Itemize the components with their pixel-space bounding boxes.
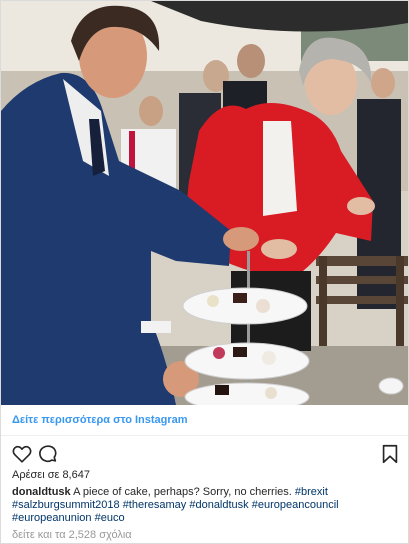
hashtag-link[interactable]: #donaldtusk [189,499,248,511]
caption-username[interactable]: donaldtusk [12,486,71,498]
hashtag-link[interactable]: #theresamay [123,499,187,511]
action-bar [1,441,408,467]
view-more-bar: Δείτε περισσότερα στο Instagram [1,405,408,436]
heart-outline-icon[interactable] [11,443,33,465]
hashtag-link[interactable]: #brexit [295,486,328,498]
view-all-comments-link[interactable]: δείτε και τα 2,528 σχόλια [12,529,132,541]
speech-bubble-icon[interactable] [37,443,59,465]
caption-text: A piece of cake, perhaps? Sorry, no cher… [73,486,292,498]
hashtag-link[interactable]: #europeanunion [12,512,92,524]
photo-illustration [1,1,408,405]
instagram-embed-card: Δείτε περισσότερα στο Instagram Αρέσει σ… [0,0,409,544]
view-more-on-instagram-link[interactable]: Δείτε περισσότερα στο Instagram [12,414,188,426]
post-caption: donaldtusk A piece of cake, perhaps? Sor… [12,486,400,525]
hashtag-link[interactable]: #europeancouncil [252,499,339,511]
post-photo[interactable] [1,1,408,405]
hashtag-link[interactable]: #salzburgsummit2018 [12,499,120,511]
likes-count[interactable]: Αρέσει σε 8,647 [12,469,90,481]
hashtag-link[interactable]: #euco [95,512,125,524]
bookmark-outline-icon[interactable] [379,443,401,465]
